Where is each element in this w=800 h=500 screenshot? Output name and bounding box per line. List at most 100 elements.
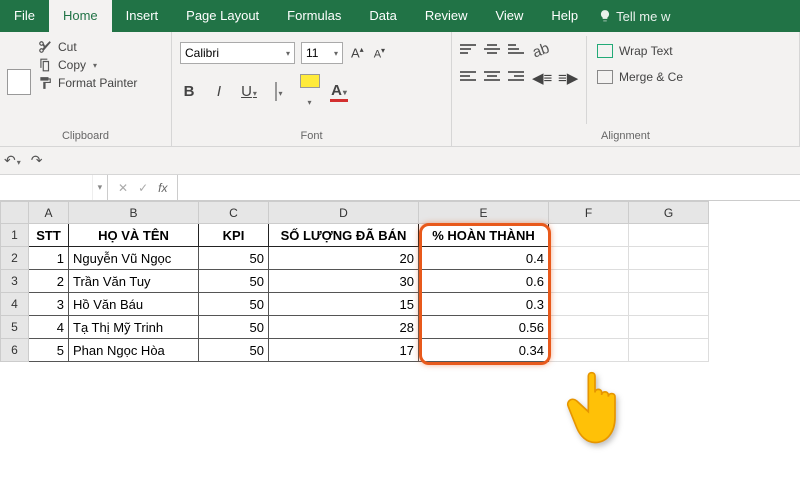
cell[interactable]: 5 (29, 339, 69, 362)
decrease-font-button[interactable]: A▾ (372, 46, 387, 61)
cell[interactable]: 3 (29, 293, 69, 316)
undo-button[interactable]: ↶▾ (4, 152, 21, 169)
row-header[interactable]: 1 (1, 224, 29, 247)
row-header[interactable]: 5 (1, 316, 29, 339)
row-header[interactable]: 3 (1, 270, 29, 293)
font-size-select[interactable]: 11 ▾ (301, 42, 343, 64)
cell[interactable]: STT (29, 224, 69, 247)
tab-page-layout[interactable]: Page Layout (172, 0, 273, 32)
tab-review[interactable]: Review (411, 0, 482, 32)
tab-help[interactable]: Help (537, 0, 592, 32)
cell[interactable]: 50 (199, 339, 269, 362)
cell[interactable]: 17 (269, 339, 419, 362)
cell[interactable]: 0.56 (419, 316, 549, 339)
tab-home[interactable]: Home (49, 0, 112, 32)
cell[interactable]: 30 (269, 270, 419, 293)
cell[interactable]: 28 (269, 316, 419, 339)
align-center-button[interactable] (484, 71, 500, 85)
tab-insert[interactable]: Insert (112, 0, 173, 32)
cell[interactable]: Trần Văn Tuy (69, 270, 199, 293)
align-right-button[interactable] (508, 71, 524, 85)
redo-button[interactable]: ↷ (31, 152, 43, 169)
column-header[interactable]: G (629, 202, 709, 224)
cell[interactable] (629, 339, 709, 362)
increase-indent-button[interactable]: ≡▶ (558, 69, 576, 87)
cell[interactable]: 2 (29, 270, 69, 293)
increase-font-button[interactable]: A▴ (349, 45, 366, 60)
cell[interactable] (549, 316, 629, 339)
orientation-button[interactable]: ab (530, 39, 553, 61)
decrease-indent-button[interactable]: ◀≡ (532, 69, 550, 87)
cell[interactable]: 20 (269, 247, 419, 270)
font-name-select[interactable]: Calibri ▾ (180, 42, 295, 64)
cell[interactable] (549, 247, 629, 270)
column-header[interactable]: F (549, 202, 629, 224)
cell[interactable]: Phan Ngọc Hòa (69, 339, 199, 362)
formula-input[interactable] (178, 175, 800, 200)
cell[interactable]: 50 (199, 247, 269, 270)
tab-view[interactable]: View (481, 0, 537, 32)
cell[interactable]: 50 (199, 293, 269, 316)
cell[interactable]: Nguyễn Vũ Ngọc (69, 247, 199, 270)
cell[interactable] (549, 339, 629, 362)
align-top-button[interactable] (460, 44, 476, 58)
row-header[interactable]: 4 (1, 293, 29, 316)
align-middle-button[interactable] (484, 44, 500, 58)
cell[interactable] (629, 293, 709, 316)
column-header[interactable]: A (29, 202, 69, 224)
align-left-button[interactable] (460, 71, 476, 85)
cell[interactable] (549, 224, 629, 247)
cell[interactable]: 0.4 (419, 247, 549, 270)
bold-button[interactable]: B (180, 83, 198, 100)
cancel-formula-button[interactable]: ✕ (118, 181, 128, 195)
cell[interactable]: 50 (199, 270, 269, 293)
italic-button[interactable]: I (210, 83, 228, 100)
cell[interactable]: 0.6 (419, 270, 549, 293)
cell[interactable]: HỌ VÀ TÊN (69, 224, 199, 247)
name-box-input[interactable] (0, 175, 92, 200)
merge-center-button[interactable]: Merge & Ce (597, 70, 683, 84)
row-header[interactable]: 6 (1, 339, 29, 362)
cell[interactable]: % HOÀN THÀNH (419, 224, 549, 247)
cell[interactable]: 0.3 (419, 293, 549, 316)
border-button[interactable]: ▾ (270, 83, 288, 100)
tab-formulas[interactable]: Formulas (273, 0, 355, 32)
format-painter-button[interactable]: Format Painter (38, 76, 137, 90)
fx-button[interactable]: fx (158, 181, 167, 195)
enter-formula-button[interactable]: ✓ (138, 181, 148, 195)
font-color-button[interactable]: A▾ (330, 82, 348, 102)
column-header[interactable]: B (69, 202, 199, 224)
cell[interactable] (629, 270, 709, 293)
tell-me-search[interactable]: Tell me w (598, 0, 670, 32)
wrap-text-button[interactable]: Wrap Text (597, 44, 683, 58)
cell[interactable]: Hồ Văn Báu (69, 293, 199, 316)
underline-button[interactable]: U▾ (240, 83, 258, 100)
cell[interactable] (629, 247, 709, 270)
cell[interactable]: 15 (269, 293, 419, 316)
copy-button[interactable]: Copy ▾ (38, 58, 137, 72)
select-all-corner[interactable] (1, 202, 29, 224)
fill-color-button[interactable]: ▾ (300, 74, 318, 109)
cell[interactable] (629, 224, 709, 247)
cell[interactable]: 1 (29, 247, 69, 270)
cell[interactable]: 0.34 (419, 339, 549, 362)
align-bottom-button[interactable] (508, 44, 524, 58)
cell[interactable]: KPI (199, 224, 269, 247)
cell[interactable]: SỐ LƯỢNG ĐÃ BÁN (269, 224, 419, 247)
column-header[interactable]: E (419, 202, 549, 224)
cell[interactable]: 4 (29, 316, 69, 339)
cell[interactable] (629, 316, 709, 339)
cell[interactable]: 50 (199, 316, 269, 339)
paste-button[interactable] (8, 36, 30, 124)
spreadsheet-grid[interactable]: ABCDEFG 1STTHỌ VÀ TÊNKPISỐ LƯỢNG ĐÃ BÁN% … (0, 201, 800, 362)
cell[interactable] (549, 293, 629, 316)
column-header[interactable]: C (199, 202, 269, 224)
name-box-dropdown[interactable]: ▾ (92, 175, 107, 200)
cut-button[interactable]: Cut (38, 40, 137, 54)
tab-file[interactable]: File (0, 0, 49, 32)
row-header[interactable]: 2 (1, 247, 29, 270)
column-header[interactable]: D (269, 202, 419, 224)
cell[interactable]: Tạ Thị Mỹ Trinh (69, 316, 199, 339)
cell[interactable] (549, 270, 629, 293)
tab-data[interactable]: Data (355, 0, 410, 32)
